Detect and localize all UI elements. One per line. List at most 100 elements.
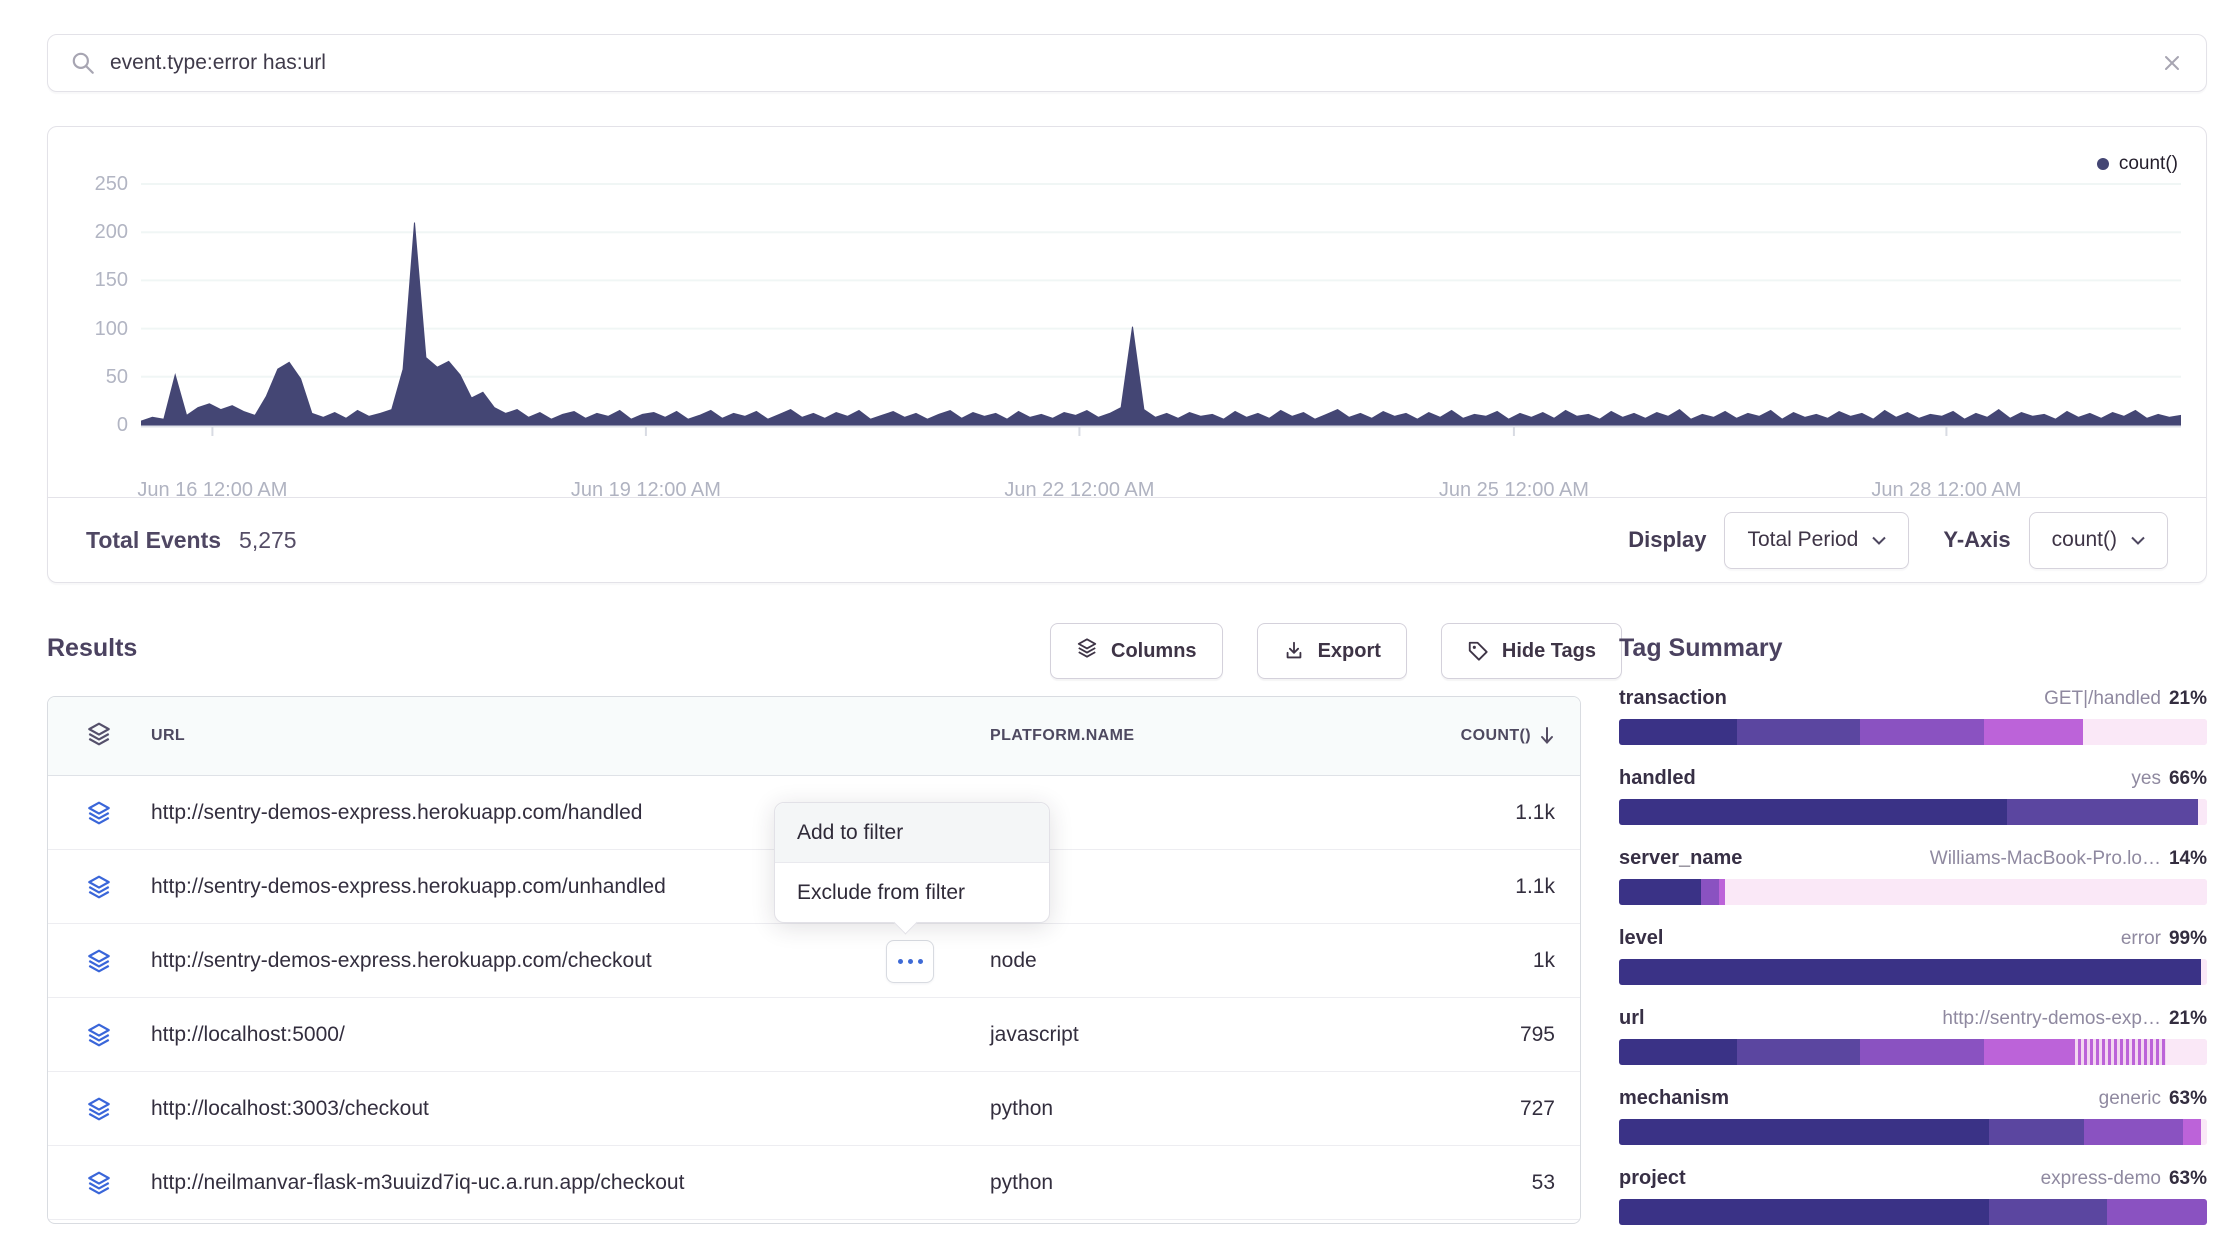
count-cell[interactable]: 53 <box>1532 1146 1555 1219</box>
column-header-count-label: COUNT() <box>1461 727 1531 745</box>
url-cell[interactable]: http://sentry-demos-express.herokuapp.co… <box>151 850 666 923</box>
url-cell[interactable]: http://sentry-demos-express.herokuapp.co… <box>151 924 652 997</box>
table-row[interactable]: http://neilmanvar-flask-m3uuizd7iq-uc.a.… <box>48 1146 1580 1220</box>
platform-cell[interactable]: javascript <box>990 998 1079 1071</box>
tag-distribution-bar[interactable] <box>1619 1119 2207 1145</box>
tag-bar-segment <box>2183 1119 2201 1145</box>
tag-distribution-bar[interactable] <box>1619 879 2207 905</box>
tag-bar-segment <box>1989 1199 2107 1225</box>
table-header-row: URL PLATFORM.NAME COUNT() <box>48 697 1580 776</box>
url-cell[interactable]: http://sentry-demos-express.herokuapp.co… <box>151 776 642 849</box>
tag-bar-segment <box>1725 879 2207 905</box>
tag-summary-row: project express-demo 63% <box>1619 1167 2207 1225</box>
count-cell[interactable]: 795 <box>1520 998 1555 1071</box>
url-cell[interactable]: http://neilmanvar-flask-m3uuizd7iq-uc.a.… <box>151 1146 684 1219</box>
y-axis-tick: 200 <box>64 220 128 244</box>
count-cell[interactable]: 1.1k <box>1515 850 1555 923</box>
table-row[interactable]: http://localhost:3003/checkout python 72… <box>48 1072 1580 1146</box>
count-cell[interactable]: 1k <box>1533 924 1555 997</box>
tag-bar-segment <box>2072 1039 2166 1065</box>
tag-top-value: yes <box>2131 768 2161 790</box>
tag-summary-panel: Tag Summary transaction GET|/handled 21%… <box>1619 634 2207 1247</box>
display-dropdown[interactable]: Total Period <box>1724 512 1909 569</box>
tag-top-value: generic <box>2099 1088 2161 1110</box>
tag-top-percent: 63% <box>2169 1168 2207 1190</box>
column-header-count[interactable]: COUNT() <box>1461 697 1555 775</box>
tag-summary-row: level error 99% <box>1619 927 2207 985</box>
layers-icon <box>86 948 112 974</box>
count-cell[interactable]: 727 <box>1520 1072 1555 1145</box>
layers-icon <box>1076 637 1098 659</box>
tag-bar-segment <box>2166 1039 2207 1065</box>
platform-cell[interactable]: python <box>990 1146 1053 1219</box>
export-button[interactable]: Export <box>1257 623 1407 679</box>
menu-item-exclude-from-filter[interactable]: Exclude from filter <box>775 863 1049 922</box>
tag-distribution-bar[interactable] <box>1619 1199 2207 1225</box>
display-label: Display <box>1628 527 1706 553</box>
tag-bar-segment <box>1737 1039 1860 1065</box>
url-cell[interactable]: http://localhost:3003/checkout <box>151 1072 429 1145</box>
count-cell[interactable]: 1.1k <box>1515 776 1555 849</box>
layers-icon <box>86 924 112 997</box>
tag-bar-segment <box>1619 1039 1737 1065</box>
table-row[interactable]: http://sentry-demos-express.herokuapp.co… <box>48 924 1580 998</box>
search-query[interactable]: event.type:error has:url <box>110 51 2160 75</box>
tag-top-value: Williams-MacBook-Pro.lo… <box>1930 848 2161 870</box>
tag-bar-segment <box>1619 879 1701 905</box>
column-header-url[interactable]: URL <box>151 697 185 775</box>
discover-page: { "search": { "query": "event.type:error… <box>0 0 2234 1224</box>
tag-name: server_name <box>1619 847 1742 870</box>
tag-bar-segment <box>2084 1119 2184 1145</box>
export-button-label: Export <box>1318 640 1381 663</box>
close-icon[interactable] <box>2160 51 2184 75</box>
tag-bar-segment <box>1860 1039 1983 1065</box>
layers-icon <box>86 697 112 775</box>
tag-name: project <box>1619 1167 1686 1190</box>
yaxis-dropdown[interactable]: count() <box>2029 512 2168 569</box>
tag-bar-segment <box>2198 799 2207 825</box>
hide-tags-button[interactable]: Hide Tags <box>1441 623 1622 679</box>
chart-footer: Total Events 5,275 Display Total Period … <box>48 497 2206 582</box>
tag-top-percent: 99% <box>2169 928 2207 950</box>
tag-summary-row: server_name Williams-MacBook-Pro.lo… 14% <box>1619 847 2207 905</box>
platform-cell[interactable]: python <box>990 1072 1053 1145</box>
table-row[interactable]: http://localhost:5000/ javascript 795 <box>48 998 1580 1072</box>
chevron-down-icon <box>2131 536 2145 545</box>
tag-bar-segment <box>2007 799 2198 825</box>
tag-bar-segment <box>1989 1119 2083 1145</box>
chevron-down-icon <box>1872 536 1886 545</box>
tag-bar-segment <box>1984 1039 2072 1065</box>
y-axis-tick: 150 <box>64 268 128 292</box>
tag-distribution-bar[interactable] <box>1619 719 2207 745</box>
tag-bar-segment <box>1619 1199 1989 1225</box>
url-cell[interactable]: http://localhost:5000/ <box>151 998 345 1071</box>
search-bar[interactable]: event.type:error has:url <box>47 34 2207 92</box>
tag-bar-segment <box>1737 719 1860 745</box>
tag-distribution-bar[interactable] <box>1619 959 2207 985</box>
tag-distribution-bar[interactable] <box>1619 799 2207 825</box>
tag-bar-segment <box>2083 719 2206 745</box>
platform-cell[interactable]: node <box>990 924 1037 997</box>
tag-bar-segment <box>1619 959 2201 985</box>
tag-top-value: http://sentry-demos-exp… <box>1942 1008 2161 1030</box>
tag-name: url <box>1619 1007 1645 1030</box>
columns-button[interactable]: Columns <box>1050 623 1223 679</box>
y-axis-tick: 100 <box>64 317 128 341</box>
sort-arrow-down-icon <box>1539 726 1555 746</box>
menu-item-add-to-filter[interactable]: Add to filter <box>775 803 1049 863</box>
results-title: Results <box>47 634 137 663</box>
layers-icon <box>86 1072 112 1145</box>
layers-icon <box>86 998 112 1071</box>
column-header-platform[interactable]: PLATFORM.NAME <box>990 697 1134 775</box>
cell-actions-button[interactable] <box>886 940 934 983</box>
layers-icon <box>86 874 112 900</box>
tag-bar-segment <box>1984 719 2084 745</box>
tag-top-percent: 63% <box>2169 1088 2207 1110</box>
y-axis-tick: 0 <box>64 413 128 437</box>
results-table: URL PLATFORM.NAME COUNT() http://sentry-… <box>47 696 1581 1224</box>
tag-distribution-bar[interactable] <box>1619 1039 2207 1065</box>
layers-icon <box>86 1146 112 1219</box>
tag-bar-segment <box>2107 1199 2207 1225</box>
y-axis-tick: 50 <box>64 365 128 389</box>
layers-icon <box>86 1170 112 1196</box>
